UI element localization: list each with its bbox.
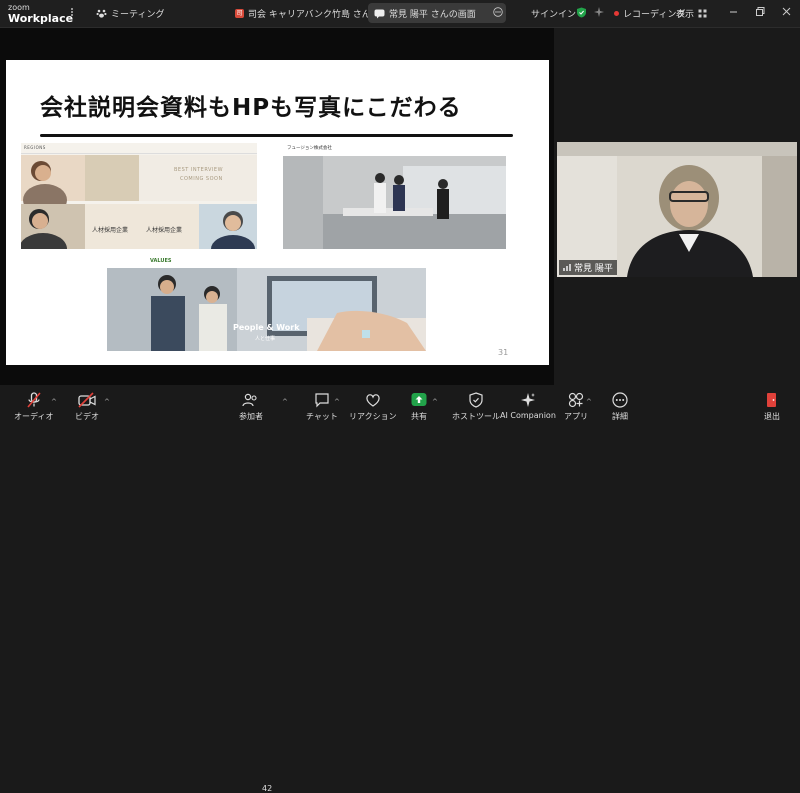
leave-door-icon: [767, 393, 776, 407]
slide-title: 会社説明会資料もHPも写真にこだわる: [40, 95, 462, 121]
muted-microphone-icon: [27, 392, 41, 408]
chat-bubble-icon: [374, 9, 385, 18]
participants-icon: [242, 393, 257, 407]
paw-icon: [96, 9, 107, 18]
people-work-caption: People & Work: [233, 323, 300, 332]
video-options-caret[interactable]: ^: [104, 398, 110, 406]
slide-page-number: 31: [498, 348, 509, 357]
share-tab-presenter[interactable]: 常見 陽平 さんの画面: [374, 7, 476, 20]
sign-in-label: サインイン: [531, 10, 577, 20]
view-label: 表示: [676, 10, 695, 20]
video-label: ビデオ: [75, 412, 99, 421]
recording-dot-icon: [614, 11, 619, 16]
logo-workplace-text: Workplace: [8, 12, 74, 25]
top-bar: zoom Workplace ミーティング 司 司会 キャリアバンク竹島 さんの…: [0, 0, 800, 28]
audio-button[interactable]: オーディオ: [14, 392, 53, 422]
restore-icon[interactable]: [756, 7, 765, 16]
apps-button[interactable]: アプリ: [564, 392, 588, 422]
share-tab-presenter-label: 常見 陽平 さんの画面: [389, 10, 476, 20]
chat-button[interactable]: チャット: [306, 392, 338, 422]
meeting-label: ミーティング: [111, 10, 165, 20]
participants-label: 参加者: [239, 412, 263, 421]
share-button[interactable]: 共有: [411, 392, 427, 422]
apps-label: アプリ: [564, 412, 588, 421]
participant-name: 常見 陽平: [574, 264, 613, 274]
share-label: 共有: [411, 412, 427, 421]
security-shield-icon[interactable]: [576, 7, 587, 18]
audio-label: オーディオ: [14, 412, 54, 421]
host-tools-label: ホストツール: [452, 412, 500, 421]
people-work-caption-jp: 人と仕事: [255, 336, 276, 342]
tab-more-icon[interactable]: [493, 7, 503, 17]
slide-title-underline: [40, 134, 513, 137]
recording-indicator[interactable]: レコーディング: [614, 7, 685, 20]
sign-in-button[interactable]: サインイン: [531, 7, 576, 20]
zoom-workplace-logo: zoom Workplace: [8, 2, 73, 24]
ai-companion-label: AI Companion: [500, 411, 556, 420]
ai-companion-button[interactable]: AI Companion: [500, 392, 556, 420]
participants-options-caret[interactable]: ^: [282, 398, 288, 406]
best-interview-label: BEST INTERVIEW: [174, 167, 224, 173]
reactions-button[interactable]: リアクション: [349, 392, 397, 422]
participant-video-tile[interactable]: 常見 陽平: [557, 142, 797, 277]
chat-icon: [315, 393, 329, 408]
apps-options-caret[interactable]: ^: [586, 398, 592, 406]
chat-label: チャット: [306, 412, 338, 421]
sparkle-icon[interactable]: [594, 7, 604, 17]
host-tools-button[interactable]: ホストツール: [452, 392, 500, 422]
leave-label: 退出: [764, 412, 780, 421]
close-icon[interactable]: [782, 7, 791, 16]
minimize-icon[interactable]: [729, 7, 738, 16]
apps-icon: [568, 392, 584, 408]
grid-view-icon: [698, 9, 707, 18]
regions-brand: REGIONS: [24, 145, 46, 150]
meeting-toolbar: オーディオ ^ ビデオ ^ 参加者 42 ^ チャット ^ リアクション 共有 …: [0, 386, 800, 793]
more-options-icon[interactable]: [67, 7, 77, 17]
website-screenshot-values: VALUES People & Work 人と仕事: [107, 257, 426, 351]
ai-sparkle-icon: [520, 393, 535, 407]
website-screenshot-regions: REGIONS BEST INTERVIEW COMING SOON 人材採用企…: [21, 143, 257, 249]
coming-soon-label: COMING SOON: [180, 176, 223, 182]
video-off-icon: [78, 392, 96, 408]
more-label: 詳細: [612, 412, 628, 421]
participant-name-tag: 常見 陽平: [559, 260, 617, 275]
office-photo: [283, 156, 506, 249]
share-options-caret[interactable]: ^: [432, 398, 438, 406]
audio-options-caret[interactable]: ^: [51, 398, 57, 406]
more-dots-icon: [612, 392, 628, 408]
host-badge-icon: 司: [235, 9, 244, 18]
participants-count: 42: [262, 784, 273, 793]
view-menu[interactable]: 表示: [676, 7, 707, 20]
values-brand: VALUES: [150, 258, 172, 264]
leave-button[interactable]: 退出: [764, 392, 780, 422]
meeting-tab[interactable]: ミーティング: [96, 7, 164, 20]
fusion-company-name: フュージョン株式会社: [287, 146, 332, 151]
label-b: 人材採用企業: [146, 227, 183, 234]
shield-icon: [469, 392, 483, 408]
chat-options-caret[interactable]: ^: [334, 398, 340, 406]
share-screen-icon: [411, 393, 427, 406]
participant-video-feed: [557, 142, 797, 277]
signal-bars-icon: [563, 264, 571, 271]
participants-button[interactable]: 参加者: [239, 392, 263, 422]
more-button[interactable]: 詳細: [612, 392, 628, 422]
website-screenshot-fusion: フュージョン株式会社: [283, 143, 506, 249]
reactions-label: リアクション: [349, 412, 397, 421]
heart-icon: [366, 394, 380, 407]
video-button[interactable]: ビデオ: [75, 392, 99, 422]
nav-divider: [21, 153, 257, 154]
label-a: 人材採用企業: [92, 227, 129, 234]
